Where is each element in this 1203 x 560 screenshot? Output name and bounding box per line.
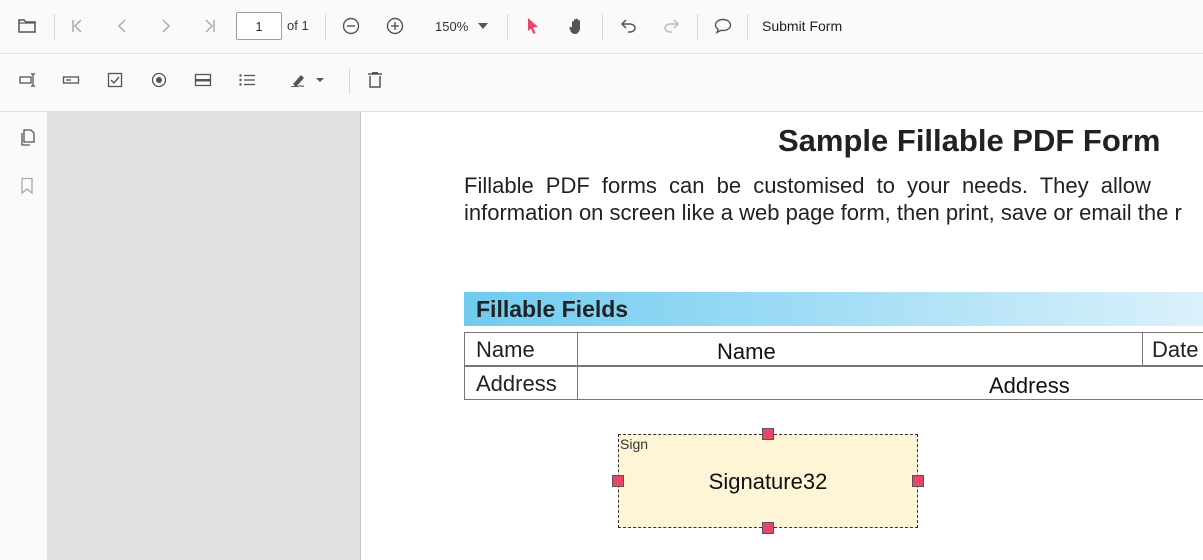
- document-paragraph: Fillable PDF forms can be customised to …: [464, 172, 1182, 226]
- form-row-name: Name Name Date: [464, 332, 1203, 366]
- document-title: Sample Fillable PDF Form: [778, 123, 1161, 158]
- page-count-label: of 1: [287, 18, 309, 33]
- folder-icon[interactable]: [13, 12, 41, 40]
- signature-field-icon: [290, 72, 310, 88]
- signature-field-dropdown[interactable]: [286, 66, 328, 94]
- submit-form-button[interactable]: Submit Form: [756, 12, 848, 40]
- paragraph-line-1: Fillable PDF forms can be customised to …: [464, 173, 1151, 198]
- dropdown-field-icon[interactable]: [189, 66, 217, 94]
- toolbar-separator: [507, 14, 508, 40]
- signature-field[interactable]: Sign Signature32: [618, 434, 918, 528]
- form-row-address: Address Address: [464, 366, 1203, 400]
- toolbar-separator: [349, 68, 350, 94]
- redo-icon[interactable]: [658, 12, 686, 40]
- date-label: Date: [1152, 337, 1199, 362]
- checkbox-field-icon[interactable]: [101, 66, 129, 94]
- toolbar-separator: [325, 14, 326, 40]
- toolbar-separator: [697, 14, 698, 40]
- cell-divider: [577, 367, 578, 399]
- zoom-in-icon[interactable]: [381, 12, 409, 40]
- bookmark-icon[interactable]: [13, 172, 41, 200]
- undo-icon[interactable]: [614, 12, 642, 40]
- resize-handle-bottom[interactable]: [762, 522, 774, 534]
- chevron-down-icon: [316, 78, 324, 82]
- toolbar-separator: [602, 14, 603, 40]
- section-title: Fillable Fields: [476, 296, 629, 322]
- page-number-input[interactable]: [236, 12, 282, 40]
- resize-handle-right[interactable]: [912, 475, 924, 487]
- hand-icon[interactable]: [563, 12, 591, 40]
- row-label: Name: [476, 337, 535, 362]
- next-page-icon[interactable]: [152, 12, 180, 40]
- delete-icon[interactable]: [361, 66, 389, 94]
- first-page-icon[interactable]: [63, 12, 91, 40]
- signature-field-value: Signature32: [708, 469, 828, 494]
- name-field[interactable]: Name: [717, 339, 776, 365]
- listbox-field-icon[interactable]: [233, 66, 261, 94]
- pointer-icon[interactable]: [519, 12, 547, 40]
- form-designer-toolbar: [0, 54, 1203, 112]
- resize-handle-top[interactable]: [762, 428, 774, 440]
- toolbar-separator: [54, 14, 55, 40]
- password-field-icon[interactable]: [57, 66, 85, 94]
- radio-field-icon[interactable]: [145, 66, 173, 94]
- cell-divider: [1142, 333, 1143, 365]
- chevron-down-icon: [478, 23, 489, 29]
- cell-divider: [577, 333, 578, 365]
- address-field[interactable]: Address: [989, 373, 1070, 399]
- toolbar-separator: [747, 14, 748, 40]
- last-page-icon[interactable]: [196, 12, 224, 40]
- comment-icon[interactable]: [709, 12, 737, 40]
- zoom-out-icon[interactable]: [337, 12, 365, 40]
- section-header: Fillable Fields: [464, 292, 1203, 326]
- navigation-sidebar: [0, 112, 48, 560]
- pdf-page: Sample Fillable PDF Form Fillable PDF fo…: [360, 112, 1203, 560]
- resize-handle-left[interactable]: [612, 475, 624, 487]
- signature-field-tag: Sign: [620, 436, 649, 452]
- textbox-field-icon[interactable]: [14, 66, 42, 94]
- main-toolbar: of 1 150% Submit Form: [0, 0, 1203, 54]
- row-label: Address: [476, 371, 557, 396]
- zoom-dropdown[interactable]: 150%: [426, 12, 492, 40]
- paragraph-line-2: information on screen like a web page fo…: [464, 200, 1182, 225]
- zoom-value: 150%: [435, 18, 469, 34]
- page-thumbnails-icon[interactable]: [13, 124, 41, 152]
- previous-page-icon[interactable]: [108, 12, 136, 40]
